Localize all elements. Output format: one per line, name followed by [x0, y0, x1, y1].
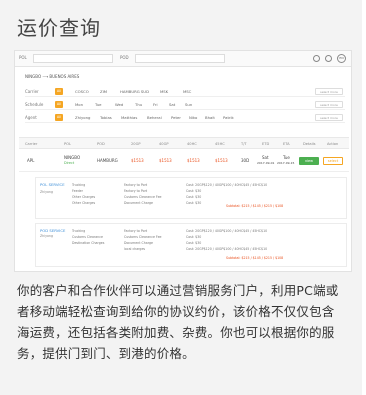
filter-option[interactable]: Patrik — [223, 115, 234, 120]
pol-label: POL — [19, 55, 27, 60]
filter-option[interactable]: COSCO — [75, 89, 89, 94]
pod-service-panel: POD SERVICE Zhiyong Trucking Customs Cle… — [35, 223, 347, 267]
top-search-bar: POL POD EN — [15, 51, 351, 67]
filter-row-schedule: Schedule All Mon Tue Wed Thu Fri Sat Sun… — [25, 100, 345, 110]
pol-costs: Cost: 20GP$120 / 40GP$100 / 40HC$45 / 45… — [186, 182, 267, 206]
view-button[interactable]: view — [299, 157, 319, 165]
pod-subtotal: Subtotal: $215 / $145 / $215 / $108 — [226, 256, 284, 260]
filter-option[interactable]: Mon — [75, 102, 83, 107]
col-header: Carrier — [25, 142, 38, 146]
filter-chip-all[interactable]: All — [55, 88, 63, 95]
filter-option[interactable]: Matthias — [121, 115, 137, 120]
filter-option[interactable]: Tue — [95, 102, 102, 107]
cell-price-40hc: $1513 — [187, 158, 200, 163]
filter-row-agent: Agent All Zhiyong Tobias Matthias Behera… — [25, 113, 345, 123]
filter-chip-all[interactable]: All — [55, 114, 63, 121]
pol-input[interactable] — [33, 54, 113, 63]
select-button[interactable]: select — [323, 157, 343, 165]
filter-chip-all[interactable]: All — [55, 101, 63, 108]
filter-option[interactable]: Tobias — [100, 115, 112, 120]
filter-label: Agent — [25, 115, 37, 120]
pod-agent: Zhiyong — [40, 234, 53, 238]
pod-input[interactable] — [135, 54, 225, 63]
filter-select-more[interactable]: select more — [315, 114, 343, 121]
filter-option[interactable]: ZIM — [100, 89, 107, 94]
rate-query-screenshot: POL POD EN NINGBO ⟶ BUENOS AIRES Carrier… — [14, 50, 352, 272]
filter-label: Schedule — [25, 102, 44, 107]
cell-transit-time: 30D — [241, 158, 250, 163]
filter-option[interactable]: MSK — [160, 89, 168, 94]
pol-desc: Document Charge — [124, 201, 153, 205]
col-header: POD — [97, 142, 105, 146]
cell-etd: Sat — [262, 155, 269, 160]
cell-pod: HAMBURG — [97, 158, 118, 163]
cell-price-40gp: $1513 — [159, 158, 172, 163]
col-header: POL — [64, 142, 71, 146]
pol-item: Other Charges — [72, 201, 96, 205]
filter-select-more[interactable]: select more — [315, 88, 343, 95]
col-header: ETD — [262, 142, 270, 146]
col-header: 45HC — [215, 142, 225, 146]
pod-costs: Cost: 20GP$120 / 40GP$100 / 40HC$45 / 45… — [186, 228, 267, 252]
feature-card: 运价查询 POL POD EN NINGBO ⟶ BUENOS AIRES Ca… — [0, 0, 362, 395]
cell-price-45hc: $1513 — [215, 158, 228, 163]
filter-option[interactable]: Peter — [171, 115, 181, 120]
cell-eta-date: 2017-09-15 — [277, 161, 295, 165]
col-header: 40GP — [159, 142, 169, 146]
pol-service-panel: POL SERVICE Zhiyong Trucking Feeder Othe… — [35, 177, 347, 219]
pod-cost: Cost: 20GP$120 / 40GP$100 / 40HC$45 / 45… — [186, 247, 268, 251]
description-paragraph: 你的客户和合作伙伴可以通过营销服务门户，利用PC端或者移动端轻松查询到给你的协议… — [17, 283, 339, 361]
pod-item: Destination Charges — [72, 241, 105, 245]
filter-option[interactable]: Thu — [135, 102, 142, 107]
cell-pol: NINGBO — [64, 155, 81, 160]
filter-option[interactable]: Bhait — [205, 115, 215, 120]
filter-option[interactable]: MSC — [183, 89, 191, 94]
user-icon[interactable] — [325, 55, 332, 62]
cell-etd-date: 2017-09-01 — [257, 161, 275, 165]
pol-descs: Factory to Port Factory to Port Customs … — [124, 182, 162, 206]
table-row[interactable]: APL NINGBO Direct HAMBURG $1513 $1513 $1… — [19, 150, 349, 172]
filter-select-more[interactable]: select more — [315, 101, 343, 108]
filter-option[interactable]: Sat — [169, 102, 175, 107]
col-header: 20GP — [131, 142, 141, 146]
pol-service-title: POL SERVICE — [40, 182, 65, 187]
pod-items: Trucking Customs Clearance Destination C… — [72, 228, 104, 246]
route-title: NINGBO ⟶ BUENOS AIRES — [25, 74, 80, 79]
search-icon[interactable] — [313, 55, 320, 62]
col-header: 40HC — [187, 142, 197, 146]
pod-label: POD — [120, 55, 129, 60]
filter-row-carrier: Carrier All COSCO ZIM HAMBURG SUD MSK MS… — [25, 87, 345, 97]
cell-price-20gp: $1513 — [131, 158, 144, 163]
col-header: Details — [303, 142, 316, 146]
pol-agent: Zhiyong — [40, 190, 53, 194]
filter-option[interactable]: Niko — [189, 115, 197, 120]
language-button[interactable]: EN — [337, 54, 346, 63]
filter-option[interactable]: Fri — [153, 102, 158, 107]
pod-descs: Factory to Port Customs Clearance Fee Do… — [124, 228, 162, 252]
col-header: Action — [327, 142, 339, 146]
col-header: T/T — [241, 142, 247, 146]
filter-option[interactable]: HAMBURG SUD — [120, 89, 149, 94]
filter-label: Carrier — [25, 89, 39, 94]
cell-carrier: APL — [27, 158, 35, 163]
pod-service-title: POD SERVICE — [40, 228, 66, 233]
pol-subtotal: Subtotal: $215 / $145 / $215 / $108 — [226, 204, 284, 208]
col-header: ETA — [283, 142, 290, 146]
table-header: Carrier POL POD 20GP 40GP 40HC 45HC T/T … — [19, 137, 349, 149]
card-title: 运价查询 — [17, 16, 101, 40]
pod-desc: local charges — [124, 247, 146, 251]
cell-pol-sub: Direct — [64, 161, 75, 165]
filter-option[interactable]: Zhiyong — [75, 115, 90, 120]
filter-option[interactable]: Beheral — [147, 115, 162, 120]
cell-eta: Tue — [283, 155, 290, 160]
filter-option[interactable]: Wed — [115, 102, 123, 107]
pol-items: Trucking Feeder Other Charges Other Char… — [72, 182, 95, 206]
filter-option[interactable]: Sun — [185, 102, 192, 107]
